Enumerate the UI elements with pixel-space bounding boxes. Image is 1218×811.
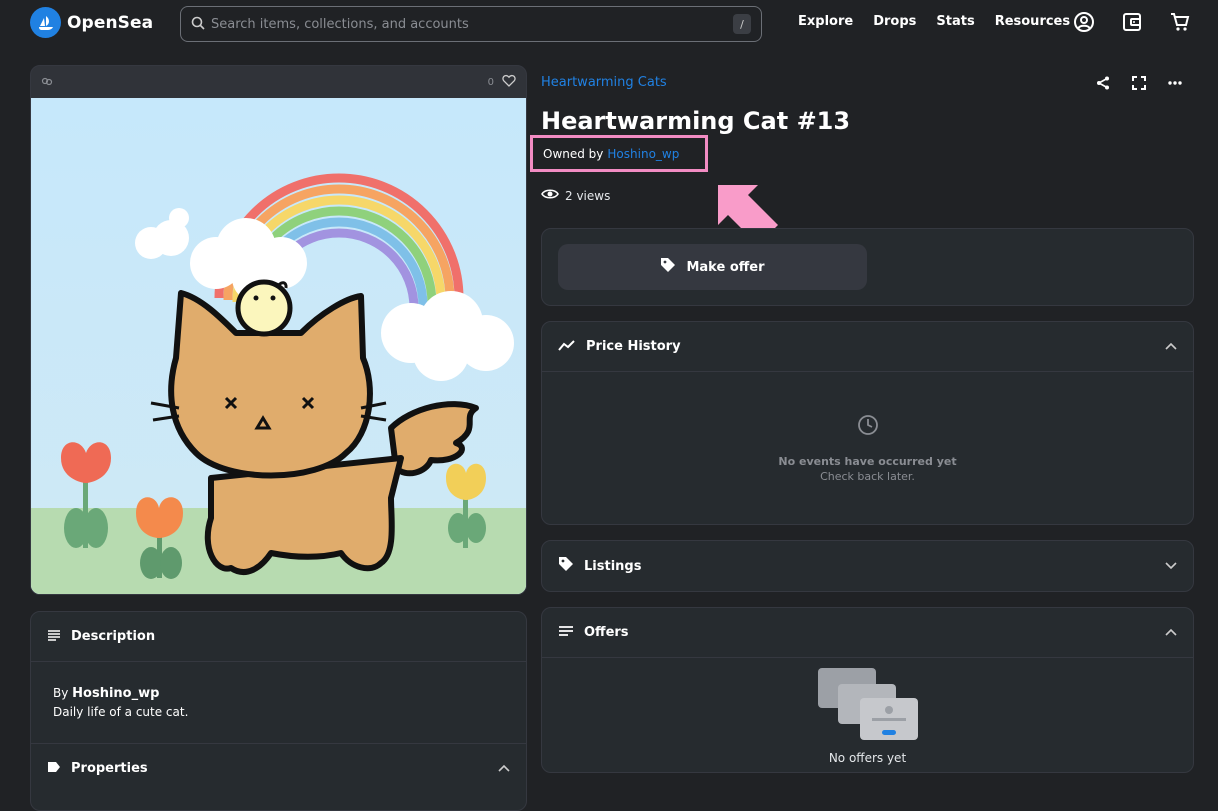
nav-stats[interactable]: Stats — [936, 14, 974, 29]
description-title: Description — [71, 629, 156, 644]
listings-title: Listings — [584, 558, 642, 574]
creator-link[interactable]: Hoshino_wp — [72, 686, 159, 701]
favorite-count: 0 — [487, 76, 494, 88]
asset-title: Heartwarming Cat #13 — [541, 107, 851, 135]
share-icon[interactable] — [1096, 75, 1110, 94]
owner-link[interactable]: Hoshino_wp — [607, 147, 679, 161]
chain-link-icon — [41, 75, 53, 90]
views-count: 2 views — [541, 188, 610, 203]
more-options-icon[interactable] — [1168, 75, 1182, 94]
media-card: 0 — [30, 65, 527, 595]
price-history-header[interactable]: Price History — [542, 322, 1193, 372]
properties-header[interactable]: Properties — [31, 743, 526, 793]
price-history-empty: No events have occurred yet Check back l… — [542, 372, 1193, 484]
eye-icon — [541, 188, 559, 203]
owner-highlight-box: Owned by Hoshino_wp — [530, 135, 708, 172]
chevron-down-icon — [1165, 559, 1177, 574]
offer-panel: Make offer — [541, 228, 1194, 306]
top-nav: OpenSea / Explore Drops Stats Resources — [0, 0, 1218, 46]
nav-drops[interactable]: Drops — [873, 14, 916, 29]
price-tag-icon — [660, 257, 676, 277]
wallet-icon[interactable] — [1120, 10, 1144, 34]
media-toolbar: 0 — [31, 66, 526, 98]
offers-header[interactable]: Offers — [542, 608, 1193, 658]
description-header[interactable]: Description — [31, 612, 526, 662]
chevron-up-icon — [1165, 339, 1177, 354]
chevron-up-icon — [498, 761, 510, 776]
listings-panel[interactable]: Listings — [541, 540, 1194, 592]
clock-icon — [857, 414, 879, 440]
search-input[interactable] — [211, 16, 727, 32]
text-lines-icon — [47, 629, 61, 645]
account-icon[interactable] — [1072, 10, 1096, 34]
search-bar[interactable]: / — [180, 6, 762, 42]
brand-name: OpenSea — [67, 12, 154, 33]
label-tag-icon — [47, 761, 61, 777]
offers-empty: No offers yet — [542, 658, 1193, 765]
trending-line-icon — [558, 339, 576, 355]
nav-resources[interactable]: Resources — [995, 14, 1070, 29]
owned-by-label: Owned by — [543, 146, 604, 161]
offers-panel: Offers No offers yet — [541, 607, 1194, 773]
price-tag-icon — [558, 556, 574, 576]
description-text: Daily life of a cute cat. — [53, 705, 189, 719]
fullscreen-icon[interactable] — [1132, 75, 1146, 94]
nav-explore[interactable]: Explore — [798, 14, 853, 29]
nft-image[interactable] — [31, 98, 526, 594]
logo[interactable]: OpenSea — [30, 7, 153, 38]
make-offer-button[interactable]: Make offer — [558, 244, 867, 290]
search-shortcut-badge: / — [733, 14, 751, 34]
heart-icon[interactable] — [502, 74, 516, 90]
description-panel: Description By Hoshino_wp Daily life of … — [30, 611, 527, 811]
chevron-up-icon — [1165, 625, 1177, 640]
search-icon — [191, 15, 205, 34]
cart-icon[interactable] — [1168, 10, 1192, 34]
opensea-logo-icon — [30, 7, 61, 38]
properties-title: Properties — [71, 761, 148, 776]
empty-offers-illustration-icon — [816, 664, 920, 745]
price-history-panel: Price History No events have occurred ye… — [541, 321, 1194, 525]
by-label: By — [53, 686, 69, 700]
collection-link[interactable]: Heartwarming Cats — [541, 75, 667, 90]
list-lines-icon — [558, 625, 574, 641]
